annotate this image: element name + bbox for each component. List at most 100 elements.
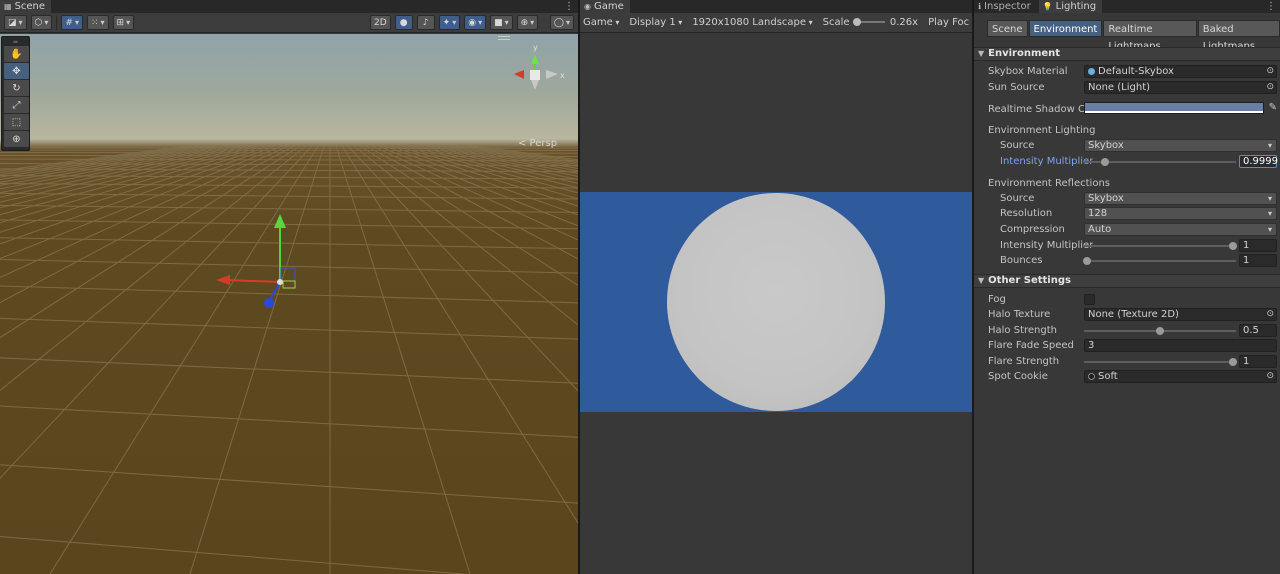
halo-texture-field[interactable]: None (Texture 2D) ⊙	[1084, 308, 1277, 321]
scene-viewport[interactable]: y x < Persp	[0, 34, 578, 574]
object-picker-icon[interactable]: ⊙	[1266, 309, 1274, 320]
halo-strength-row: Halo Strength 0.5	[974, 323, 1280, 338]
effects-button[interactable]: ✦	[438, 15, 461, 30]
hand-tool[interactable]: ✋	[4, 46, 29, 62]
tab-game[interactable]: ◉ Game	[580, 0, 630, 13]
halo-strength-input[interactable]: 0.5	[1239, 324, 1277, 337]
overlay-grip-icon[interactable]	[498, 36, 510, 40]
tab-lighting[interactable]: 💡 Lighting	[1038, 0, 1103, 13]
halo-texture-label: Halo Texture	[988, 309, 1051, 320]
grid-toggle-button[interactable]: #	[61, 15, 83, 30]
environment-section-header[interactable]: ▼ Environment	[974, 47, 1280, 61]
resolution-dropdown[interactable]: 1920x1080 Landscape	[692, 17, 812, 28]
halo-strength-slider-track[interactable]	[1084, 327, 1236, 335]
env-lighting-row: Environment Lighting	[974, 123, 1280, 138]
rotate-tool[interactable]: ↻	[4, 80, 29, 96]
kebab-menu-icon[interactable]: ⋮	[1266, 0, 1276, 13]
scale-slider[interactable]	[852, 18, 885, 26]
game-tabbar: ◉ Game	[580, 0, 972, 13]
tab-scene[interactable]: ▦ Scene	[0, 0, 52, 13]
gizmo-plane-handle[interactable]	[282, 280, 296, 289]
display-dropdown[interactable]: Display 1	[629, 17, 682, 28]
mode-2d-button[interactable]: 2D	[370, 15, 391, 30]
audio-toggle-button[interactable]: ♪	[416, 15, 435, 30]
scene-toolbar-right: 2D ● ♪ ✦ ◉ ■ ⊕	[370, 15, 539, 30]
other-settings-section-header[interactable]: ▼ Other Settings	[974, 274, 1280, 288]
flare-strength-slider-track[interactable]	[1084, 358, 1237, 366]
eyedropper-icon[interactable]: ✎	[1269, 102, 1277, 113]
bounces-slider-track[interactable]	[1083, 257, 1236, 265]
spot-cookie-label: Spot Cookie	[988, 371, 1048, 382]
lighting-source-dropdown[interactable]: Skybox	[1084, 139, 1277, 152]
snap-icon: ⁙	[90, 17, 99, 28]
shadow-color-swatch[interactable]	[1084, 102, 1264, 114]
refl-source-dropdown[interactable]: Skybox	[1084, 192, 1277, 205]
subtab-realtime-lightmaps[interactable]: Realtime Lightmaps	[1103, 20, 1197, 52]
transform-tool[interactable]: ⊕	[4, 131, 29, 147]
increment-snap-button[interactable]: ⊞	[112, 15, 135, 30]
object-picker-icon[interactable]: ⊙	[1266, 82, 1274, 93]
intensity-input[interactable]: 0.9999	[1239, 155, 1278, 168]
snap-button[interactable]: ⁙	[86, 15, 109, 30]
sun-source-field[interactable]: None (Light) ⊙	[1084, 81, 1277, 94]
gizmo-x-arrow[interactable]	[216, 275, 230, 285]
halo-strength-slider-knob[interactable]	[1156, 327, 1164, 335]
subtab-environment[interactable]: Environment	[1028, 20, 1103, 37]
tab-inspector[interactable]: ℹ Inspector	[974, 0, 1037, 13]
tool-palette-grip[interactable]: ═	[3, 39, 28, 46]
bounces-slider-knob[interactable]	[1083, 257, 1092, 265]
intensity-slider-knob[interactable]	[1101, 158, 1110, 166]
refl-intensity-label: Intensity Multiplier	[1000, 240, 1094, 251]
refl-source-row: Source Skybox	[974, 191, 1280, 206]
lighting-source-row: Source Skybox	[974, 138, 1280, 153]
lighting-tab-label: Lighting	[1055, 1, 1097, 12]
halo-strength-label: Halo Strength	[988, 325, 1057, 336]
play-focused-dropdown[interactable]: Play Foc	[928, 17, 969, 28]
gizmo-center[interactable]	[277, 279, 283, 285]
perspective-label[interactable]: < Persp	[518, 138, 557, 149]
gizmo-z-handle[interactable]	[264, 298, 274, 308]
game-panel: ◉ Game Game Display 1 1920x1080 Landscap…	[580, 0, 972, 574]
kebab-menu-icon[interactable]: ⋮	[564, 0, 574, 13]
subtab-baked-lightmaps[interactable]: Baked Lightmaps	[1197, 20, 1280, 52]
lighting-panel: ℹ Inspector 💡 Lighting ⋮ Scene Environme…	[974, 0, 1280, 574]
skybox-material-label: Skybox Material	[988, 66, 1068, 77]
refl-intensity-slider-knob[interactable]	[1228, 242, 1237, 250]
orientation-gizmo[interactable]: y x	[514, 43, 565, 90]
flare-fade-input[interactable]: 3	[1084, 339, 1277, 352]
render-mode-button[interactable]: ⬡	[30, 15, 53, 30]
resolution-dropdown[interactable]: 128	[1084, 207, 1277, 220]
intensity-slider-track[interactable]	[1084, 158, 1236, 166]
move-tool[interactable]: ✥	[4, 63, 29, 79]
refl-intensity-input[interactable]: 1	[1239, 239, 1277, 252]
speaker-icon: ♪	[422, 17, 429, 28]
rect-tool[interactable]: ⬚	[4, 114, 29, 130]
object-picker-icon[interactable]: ⊙	[1266, 66, 1274, 77]
game-mode-dropdown[interactable]: Game	[583, 17, 619, 28]
visibility-button[interactable]: ◉	[464, 15, 487, 30]
flare-strength-slider-knob[interactable]	[1228, 358, 1237, 366]
gizmo-x-axis[interactable]	[225, 279, 281, 283]
lighting-toggle-button[interactable]: ●	[394, 15, 413, 30]
compression-dropdown[interactable]: Auto	[1084, 223, 1277, 236]
bounces-input[interactable]: 1	[1239, 254, 1277, 267]
gizmo-plane-handle[interactable]	[280, 267, 296, 282]
subtab-scene[interactable]: Scene	[987, 20, 1028, 37]
draw-mode-button[interactable]: ◪	[4, 15, 27, 30]
scene-camera-button[interactable]: ◯	[549, 15, 574, 30]
gizmos-button[interactable]: ⊕	[516, 15, 539, 30]
refl-intensity-slider-track[interactable]	[1084, 242, 1237, 250]
fog-checkbox[interactable]	[1084, 294, 1095, 305]
fog-label: Fog	[988, 294, 1006, 305]
flare-strength-input[interactable]: 1	[1239, 355, 1277, 368]
game-view-canvas[interactable]	[580, 192, 972, 412]
camera-button[interactable]: ■	[490, 15, 513, 30]
gizmo-y-arrow[interactable]	[274, 214, 286, 228]
scale-tool[interactable]: ⤢	[4, 97, 29, 113]
compression-label: Compression	[1000, 224, 1065, 235]
object-picker-icon[interactable]: ⊙	[1266, 371, 1274, 382]
skybox-material-field[interactable]: Default-Skybox ⊙	[1084, 65, 1277, 78]
spot-cookie-field[interactable]: Soft ⊙	[1084, 370, 1277, 383]
resolution-label: Resolution	[1000, 208, 1053, 219]
material-icon	[1088, 68, 1095, 75]
